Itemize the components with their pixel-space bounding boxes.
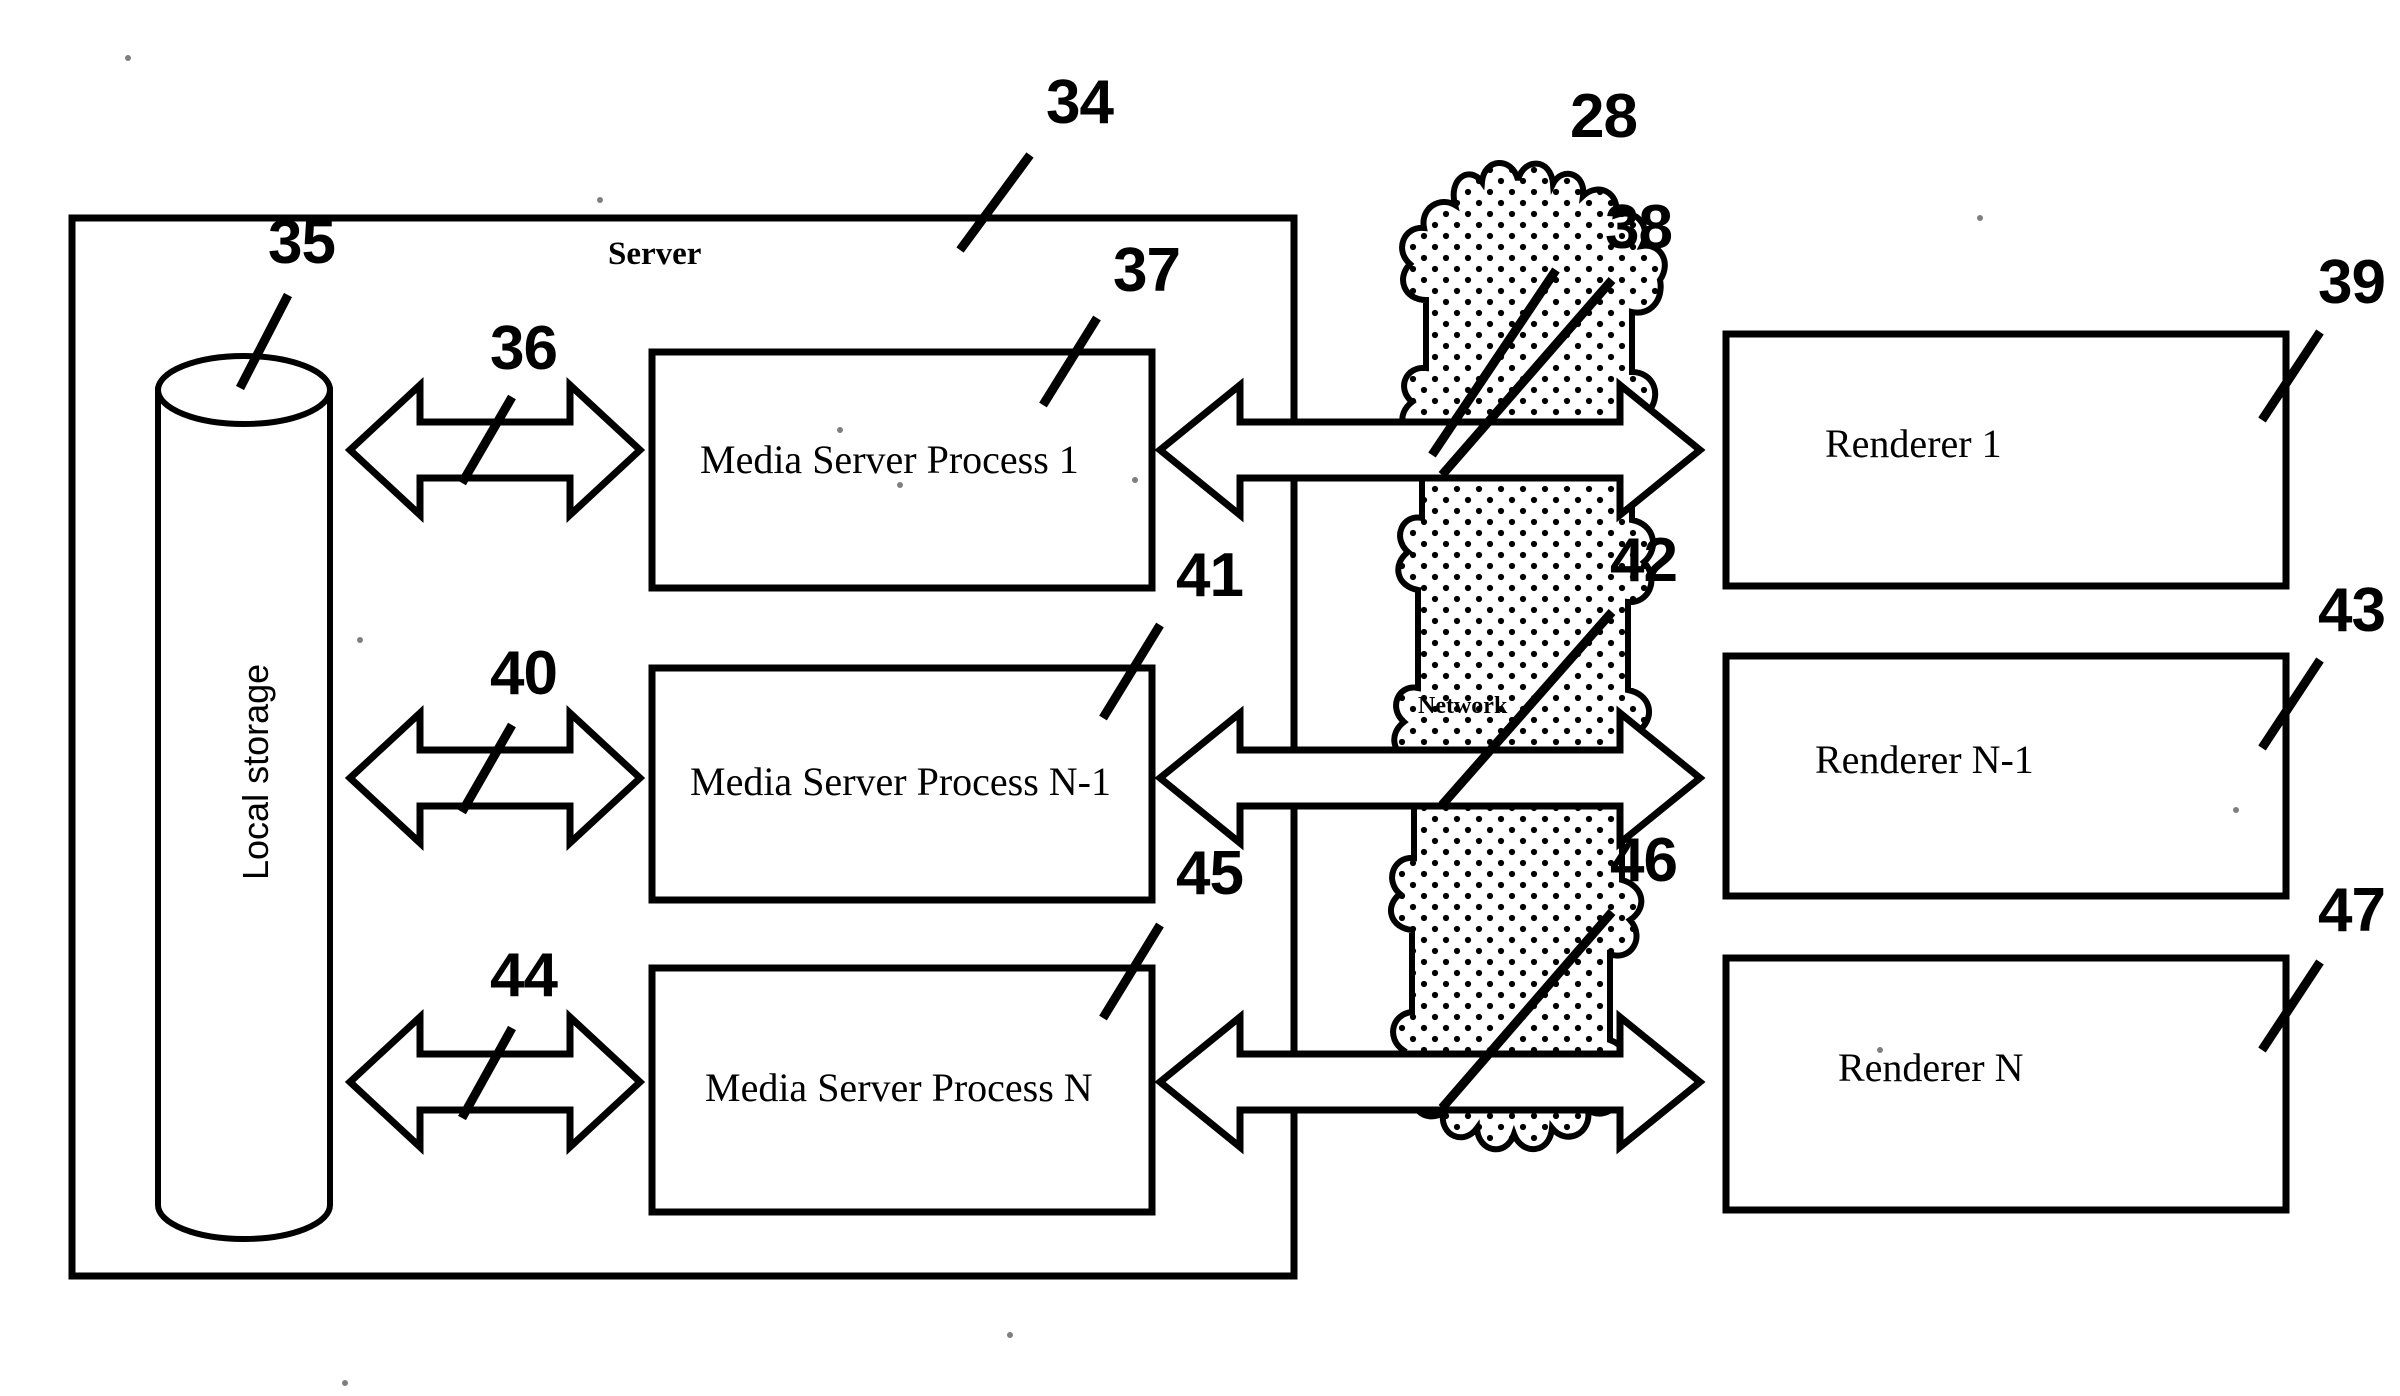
local-storage-label: Local storage — [235, 663, 276, 880]
ref-numeral-47: 47 — [2318, 876, 2386, 945]
storage-link-arrow-3 — [344, 1008, 646, 1156]
ref-numeral-43: 43 — [2318, 576, 2386, 645]
storage-link-arrow-2 — [344, 704, 646, 852]
storage-link-arrow-1 — [344, 376, 646, 524]
diagram-canvas — [68, 55, 2324, 1386]
ref-numeral-36: 36 — [490, 314, 558, 383]
ref-numeral-42: 42 — [1610, 526, 1678, 595]
ref-numeral-40: 40 — [490, 639, 558, 708]
renderer-1-label: Renderer 1 — [1825, 421, 2002, 466]
ref-numeral-39: 39 — [2318, 248, 2386, 317]
media-server-process-n-1-label: Media Server Process N-1 — [690, 759, 1111, 804]
ref-numeral-38: 38 — [1605, 193, 1673, 262]
renderer-n-label: Renderer N — [1838, 1045, 2024, 1090]
server-label: Server — [608, 236, 702, 272]
patent-figure: 34 35 36 37 28 38 39 40 41 42 43 44 45 4… — [0, 0, 2400, 1396]
media-server-process-1-label: Media Server Process 1 — [700, 437, 1079, 482]
ref-numeral-37: 37 — [1113, 236, 1181, 305]
ref-numeral-35: 35 — [268, 208, 336, 277]
ref-numeral-34: 34 — [1046, 68, 1114, 137]
ref-numeral-28: 28 — [1570, 82, 1638, 151]
ref-numeral-45: 45 — [1176, 839, 1244, 908]
ref-numeral-46: 46 — [1610, 826, 1678, 895]
leader-34 — [956, 152, 1034, 253]
ref-numeral-41: 41 — [1176, 541, 1244, 610]
renderer-n-1-label: Renderer N-1 — [1815, 737, 2034, 782]
media-server-process-n-label: Media Server Process N — [705, 1065, 1093, 1110]
ref-numeral-44: 44 — [490, 941, 558, 1010]
network-label: Network — [1418, 693, 1508, 719]
renderer-1-box — [1722, 330, 2290, 590]
